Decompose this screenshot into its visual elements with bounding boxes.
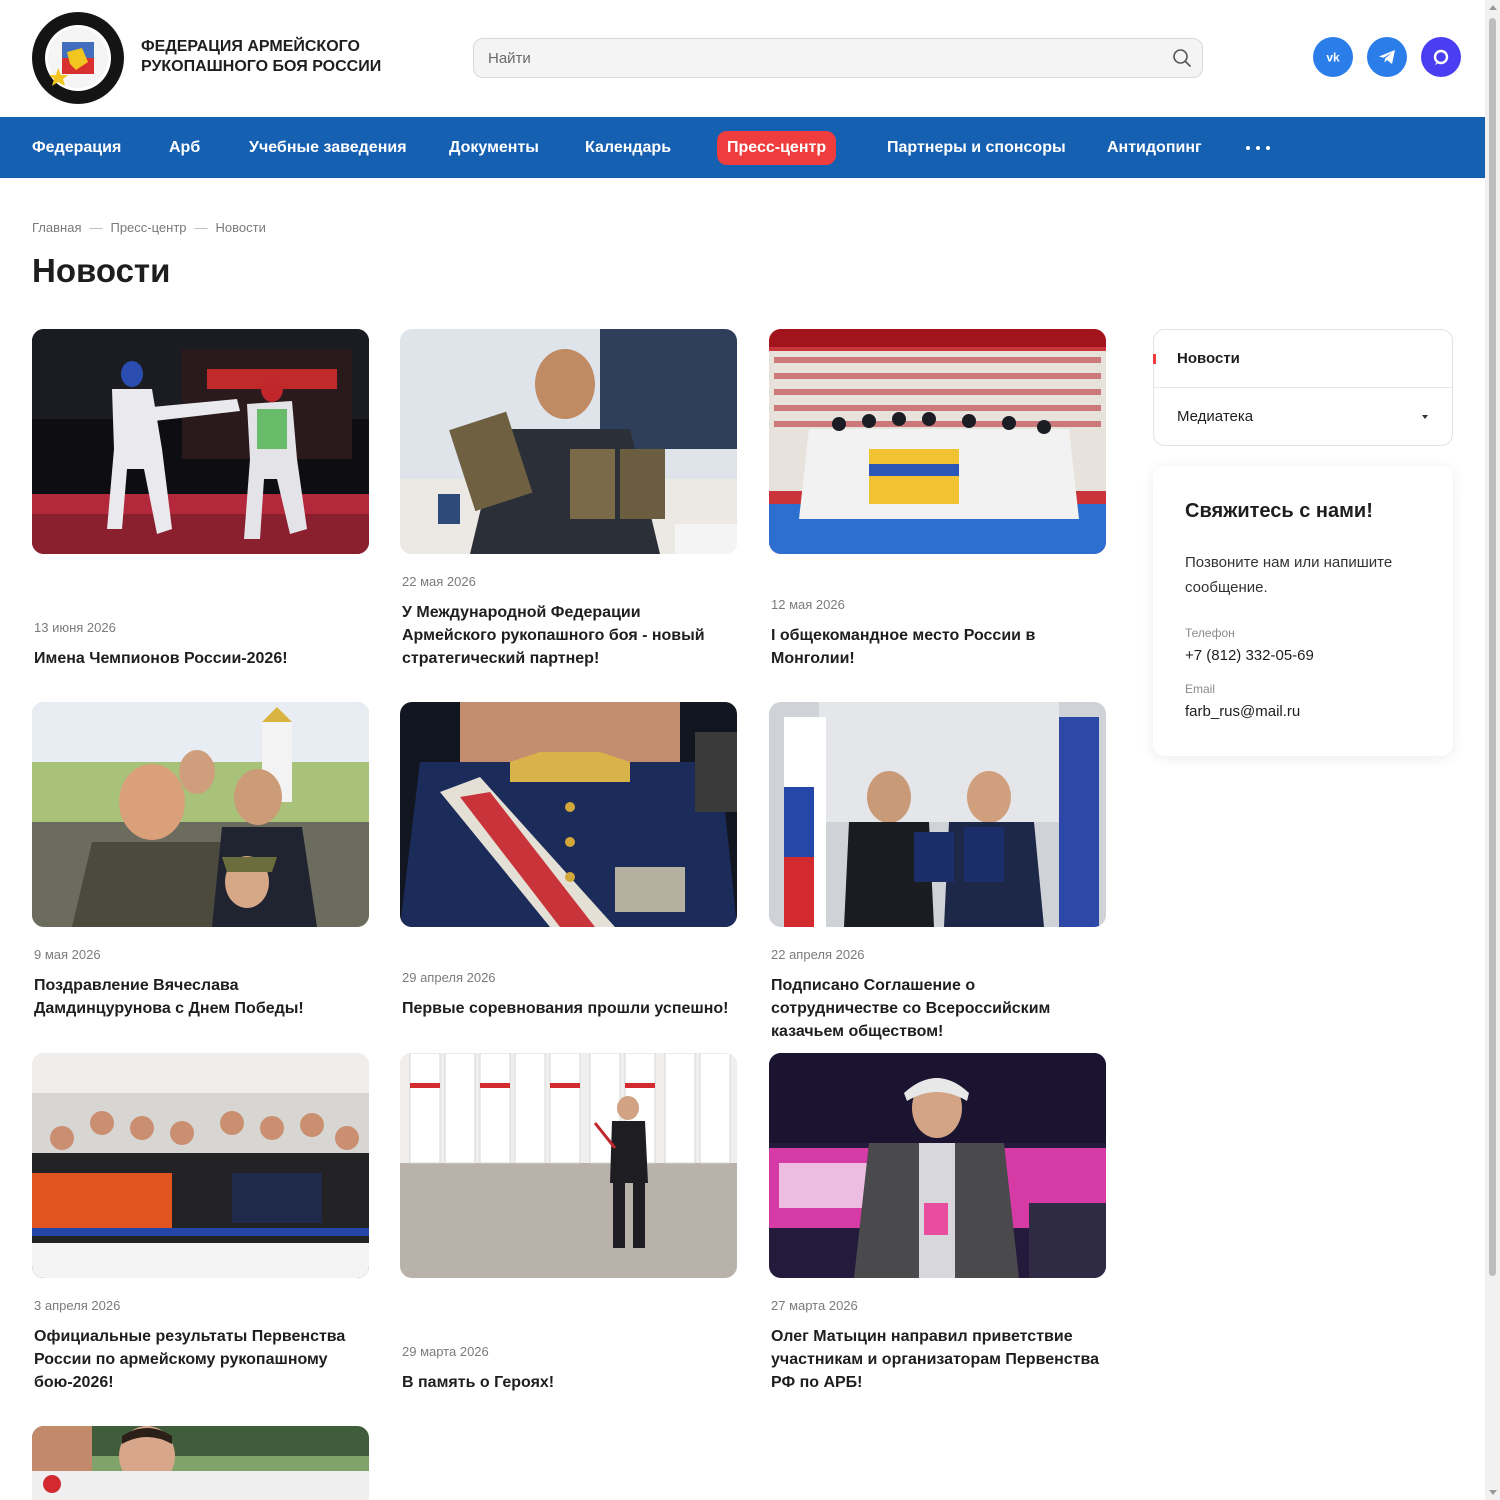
news-image[interactable] bbox=[32, 1053, 369, 1278]
news-image[interactable] bbox=[769, 329, 1106, 554]
nav-item-arb[interactable]: Арб bbox=[169, 131, 200, 165]
logo-emblem-icon bbox=[33, 13, 123, 103]
email-label: Email bbox=[1185, 682, 1216, 696]
divider bbox=[1154, 387, 1452, 388]
news-title[interactable]: I общекомандное место России в Монголии! bbox=[771, 624, 1106, 670]
news-date: 12 мая 2026 bbox=[771, 597, 845, 612]
news-title[interactable]: Подписано Соглашение о сотрудничестве со… bbox=[771, 974, 1106, 1043]
phone-label: Телефон bbox=[1185, 626, 1235, 640]
nav-item-partners[interactable]: Партнеры и спонсоры bbox=[887, 131, 1066, 165]
breadcrumb-separator: — bbox=[89, 220, 103, 235]
contact-subtitle: Позвоните нам или напишите сообщение. bbox=[1185, 554, 1393, 596]
news-card[interactable]: 29 апреля 2026 Первые соревнования прошл… bbox=[400, 702, 737, 1017]
news-title[interactable]: В память о Героях! bbox=[402, 1371, 737, 1394]
main-nav: Федерация Арб Учебные заведения Документ… bbox=[0, 117, 1485, 178]
news-date: 29 марта 2026 bbox=[402, 1344, 489, 1359]
nav-item-antidoping[interactable]: Антидопинг bbox=[1107, 131, 1202, 165]
more-menu-icon[interactable] bbox=[1246, 131, 1270, 165]
news-date: 9 мая 2026 bbox=[34, 947, 101, 962]
news-title[interactable]: У Международной Федерации Армейского рук… bbox=[402, 601, 737, 670]
search-icon[interactable] bbox=[1172, 48, 1192, 68]
contact-heading: Свяжитесь с нами! bbox=[1185, 500, 1373, 522]
news-title[interactable]: Имена Чемпионов России-2026! bbox=[34, 647, 369, 670]
news-image[interactable] bbox=[32, 702, 369, 927]
news-image[interactable] bbox=[400, 702, 737, 927]
news-date: 29 апреля 2026 bbox=[402, 970, 496, 985]
news-image[interactable] bbox=[769, 702, 1106, 927]
search-input[interactable] bbox=[474, 39, 1154, 77]
news-date: 22 апреля 2026 bbox=[771, 947, 865, 962]
page-scrollbar[interactable] bbox=[1485, 0, 1500, 1500]
news-image[interactable] bbox=[400, 1053, 737, 1278]
telegram-button[interactable] bbox=[1367, 37, 1407, 77]
breadcrumb-separator: — bbox=[194, 220, 208, 235]
nav-item-press-center[interactable]: Пресс-центр bbox=[717, 131, 837, 165]
telegram-icon bbox=[1379, 50, 1395, 64]
nav-item-calendar[interactable]: Календарь bbox=[585, 131, 671, 165]
scroll-down-icon[interactable] bbox=[1489, 1490, 1497, 1495]
vk-icon: vk bbox=[1326, 51, 1340, 63]
scroll-up-icon[interactable] bbox=[1489, 5, 1497, 10]
vk-button[interactable]: vk bbox=[1313, 37, 1353, 77]
scrollbar-thumb[interactable] bbox=[1489, 18, 1496, 1276]
sidebar-menu: Новости Медиатека bbox=[1153, 329, 1453, 446]
news-date: 22 мая 2026 bbox=[402, 574, 476, 589]
page-title: Новости bbox=[32, 252, 171, 289]
news-card[interactable]: 13 июня 2026 Имена Чемпионов России-2026… bbox=[32, 329, 369, 667]
nav-item-documents[interactable]: Документы bbox=[449, 131, 539, 165]
brand-name[interactable]: Федерация армейского рукопашного боя Рос… bbox=[141, 37, 401, 77]
chevron-down-icon[interactable] bbox=[1422, 415, 1428, 419]
breadcrumb-press-center[interactable]: Пресс-центр bbox=[110, 220, 186, 235]
news-card[interactable] bbox=[32, 1426, 369, 1500]
news-card[interactable]: 12 мая 2026 I общекомандное место России… bbox=[769, 329, 1106, 667]
news-date: 13 июня 2026 bbox=[34, 620, 116, 635]
news-card[interactable]: 3 апреля 2026 Официальные результаты Пер… bbox=[32, 1053, 369, 1391]
site-header: Федерация армейского рукопашного боя Рос… bbox=[0, 0, 1485, 117]
news-image[interactable] bbox=[32, 329, 369, 554]
news-image[interactable] bbox=[400, 329, 737, 554]
news-card[interactable]: 22 мая 2026 У Международной Федерации Ар… bbox=[400, 329, 737, 667]
phone-link[interactable]: +7 (812) 332-05-69 bbox=[1185, 647, 1314, 664]
search-box bbox=[473, 38, 1203, 78]
news-title[interactable]: Официальные результаты Первенства России… bbox=[34, 1325, 369, 1394]
news-title[interactable]: Олег Матыцин направил приветствие участн… bbox=[771, 1325, 1106, 1394]
breadcrumb-home[interactable]: Главная bbox=[32, 220, 81, 235]
news-card[interactable]: 9 мая 2026 Поздравление Вячеслава Дамдин… bbox=[32, 702, 369, 1017]
news-image[interactable] bbox=[32, 1426, 369, 1500]
svg-text:vk: vk bbox=[1326, 51, 1340, 63]
active-marker bbox=[1153, 354, 1156, 364]
max-icon bbox=[1433, 49, 1449, 65]
news-title[interactable]: Первые соревнования прошли успешно! bbox=[402, 997, 737, 1020]
news-card[interactable]: 22 апреля 2026 Подписано Соглашение о со… bbox=[769, 702, 1106, 1040]
news-card[interactable]: 27 марта 2026 Олег Матыцин направил прив… bbox=[769, 1053, 1106, 1391]
news-date: 3 апреля 2026 bbox=[34, 1298, 121, 1313]
nav-item-federation[interactable]: Федерация bbox=[32, 131, 121, 165]
news-image[interactable] bbox=[769, 1053, 1106, 1278]
sidebar-item-media[interactable]: Медиатека bbox=[1177, 408, 1253, 425]
sidebar-item-news[interactable]: Новости bbox=[1177, 350, 1240, 367]
breadcrumb: Главная — Пресс-центр — Новости bbox=[32, 220, 266, 235]
news-card[interactable]: 29 марта 2026 В память о Героях! bbox=[400, 1053, 737, 1391]
news-date: 27 марта 2026 bbox=[771, 1298, 858, 1313]
breadcrumb-current: Новости bbox=[215, 220, 266, 235]
contact-card: Свяжитесь с нами! Позвоните нам или напи… bbox=[1153, 466, 1453, 756]
max-button[interactable] bbox=[1421, 37, 1461, 77]
federation-logo[interactable] bbox=[32, 12, 124, 104]
news-title[interactable]: Поздравление Вячеслава Дамдинцурунова с … bbox=[34, 974, 369, 1020]
email-link[interactable]: farb_rus@mail.ru bbox=[1185, 703, 1300, 720]
nav-item-schools[interactable]: Учебные заведения bbox=[249, 131, 407, 165]
